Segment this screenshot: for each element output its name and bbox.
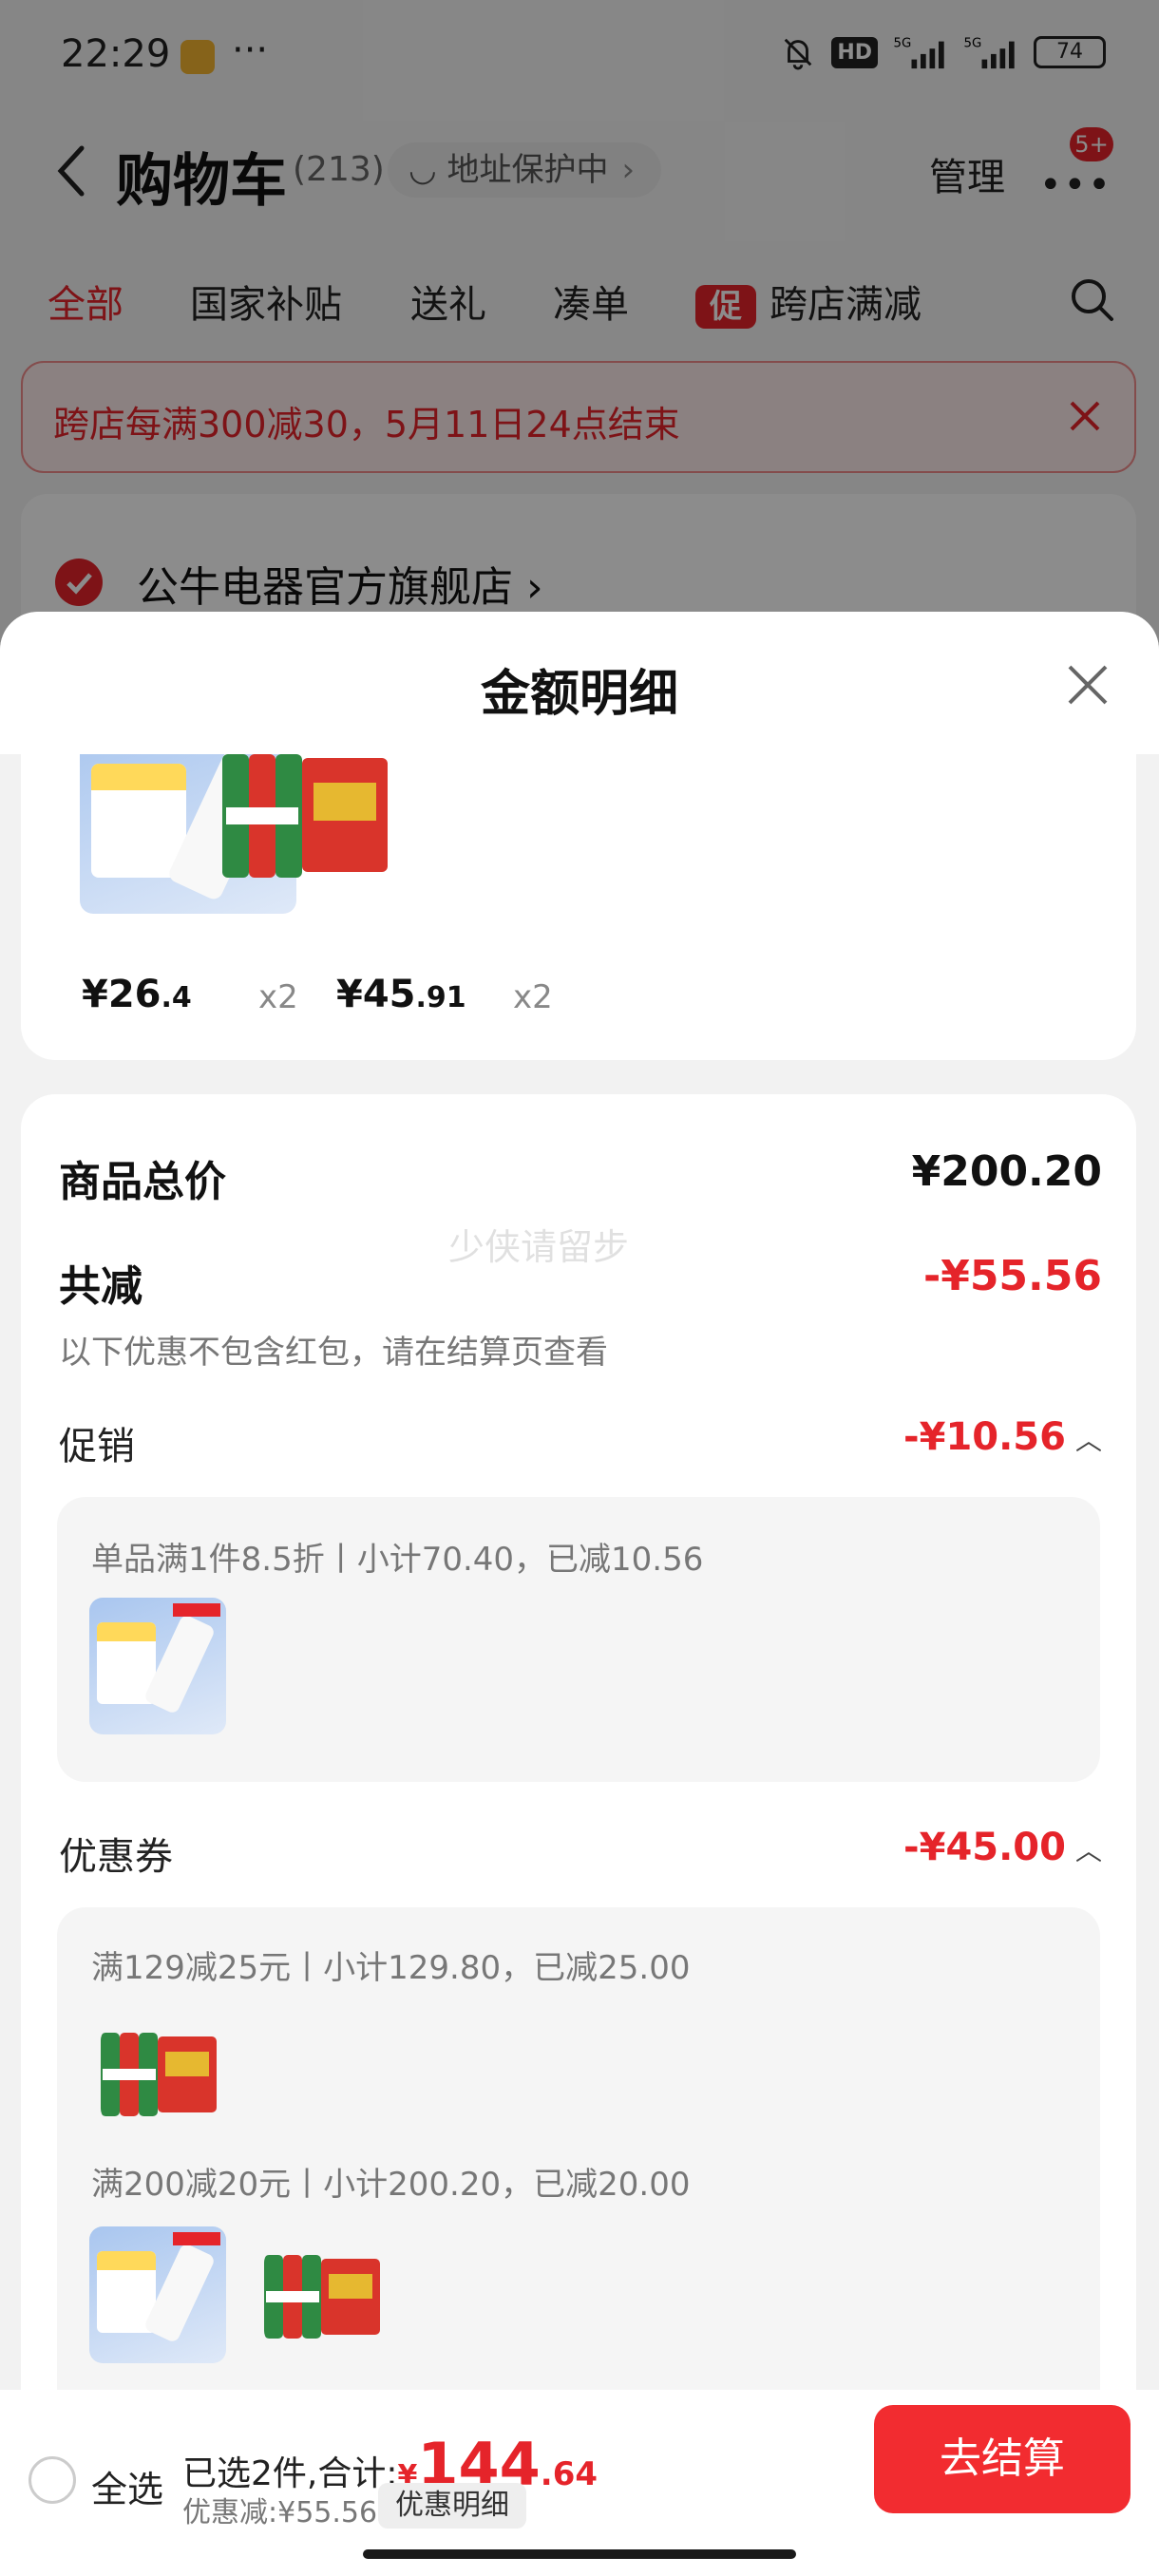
item-price: ¥26.4: [82, 973, 192, 1016]
product-thumb-beer-pack[interactable]: [264, 2249, 382, 2344]
total-value: ¥200.20: [911, 1147, 1102, 1196]
amount-breakdown-card: 少侠请留步 商品总价 ¥200.20 共减 -¥55.56 以下优惠不包含红包，…: [21, 1094, 1136, 2390]
coupon-rule-text: 满129减25元丨小计129.80，已减25.00: [91, 1949, 691, 1987]
item-quantity: x2: [258, 978, 298, 1016]
coupon-toggle[interactable]: -¥45.00 ︿: [903, 1826, 1102, 1869]
product-thumb-power-strip[interactable]: [89, 2226, 226, 2363]
amount-detail-sheet: 金额明细 ¥26.4 x2 ¥45.91 x2 少侠请留步 商品总价 ¥200.…: [0, 612, 1159, 2390]
coupon-rule-text: 满200减20元丨小计200.20，已减20.00: [91, 2166, 691, 2204]
chevron-up-icon: ︿: [1074, 1425, 1102, 1456]
coupon-label: 优惠券: [59, 1835, 173, 1879]
promo-label: 促销: [59, 1425, 135, 1468]
discount-detail-button[interactable]: 优惠明细: [378, 2483, 526, 2529]
select-all-checkbox[interactable]: [28, 2456, 76, 2504]
selected-items-card: ¥26.4 x2 ¥45.91 x2: [21, 754, 1136, 1060]
product-thumb-beer-pack[interactable]: [101, 2027, 218, 2122]
reduce-note: 以下优惠不包含红包，请在结算页查看: [59, 1334, 608, 1372]
reduce-label: 共减: [59, 1262, 142, 1311]
close-icon[interactable]: [1064, 661, 1112, 709]
home-indicator[interactable]: [363, 2549, 796, 2559]
chevron-up-icon: ︿: [1074, 1835, 1102, 1866]
selected-count-text: 已选2件,合计:: [182, 2454, 398, 2493]
item-price: ¥45.91: [336, 973, 466, 1016]
item-quantity: x2: [513, 978, 553, 1016]
promo-detail-box: 单品满1件8.5折丨小计70.40，已减10.56: [57, 1497, 1100, 1782]
sheet-title: 金额明细: [480, 666, 678, 723]
total-label: 商品总价: [59, 1158, 226, 1206]
checkout-button[interactable]: 去结算: [874, 2405, 1130, 2513]
promo-toggle[interactable]: -¥10.56 ︿: [903, 1415, 1102, 1459]
reduce-value: -¥55.56: [922, 1252, 1102, 1300]
select-all-label[interactable]: 全选: [91, 2460, 163, 2512]
product-thumb-beer-pack[interactable]: [222, 754, 393, 897]
coupon-detail-box: 满129减25元丨小计129.80，已减25.00 满200减20元丨小计200…: [57, 1907, 1100, 2390]
sheet-header: 金额明细: [0, 612, 1159, 754]
product-thumb-power-strip[interactable]: [89, 1598, 226, 1734]
checkout-bar: 全选 已选2件,合计:¥144.64 优惠减:¥55.56 优惠明细 去结算: [0, 2390, 1159, 2576]
discount-text: 优惠减:¥55.56: [182, 2496, 378, 2529]
promo-rule-text: 单品满1件8.5折丨小计70.40，已减10.56: [91, 1541, 704, 1579]
watermark-text: 少侠请留步: [448, 1226, 630, 1268]
